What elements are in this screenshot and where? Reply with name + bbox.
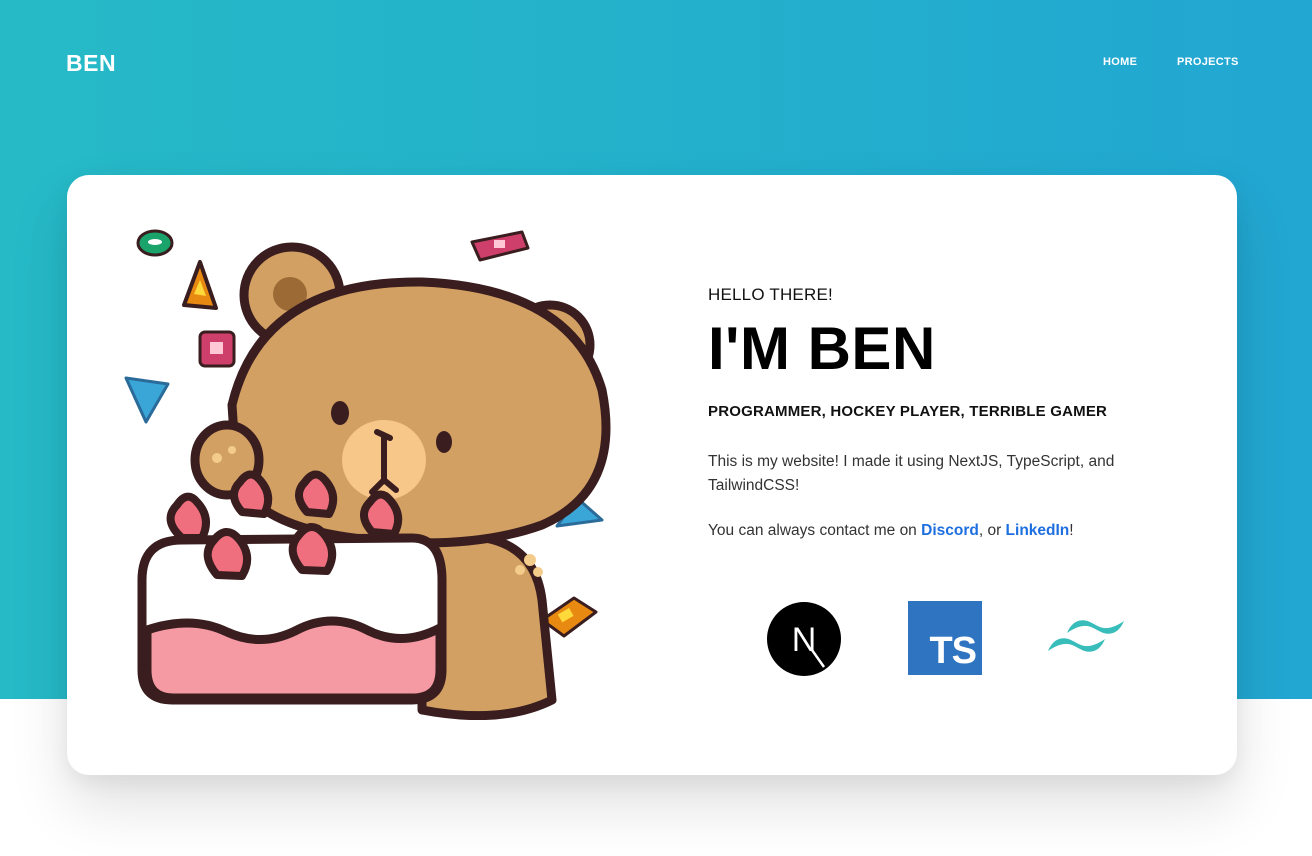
- nextjs-logo-icon: N: [767, 602, 841, 676]
- page-title: I'M BEN: [708, 315, 936, 382]
- bio-text: This is my website! I made it using Next…: [708, 453, 1115, 494]
- tailwindcss-logo-icon: [1048, 620, 1124, 652]
- contact-middle: , or: [978, 522, 1006, 539]
- tech-logos: N TS: [708, 601, 1178, 681]
- contact-text: You can always contact me on Discord, or…: [708, 522, 1178, 540]
- intro-content: HELLO THERE! I'M BEN PROGRAMMER, HOCKEY …: [708, 285, 1178, 676]
- site-brand-logo[interactable]: BEN: [66, 50, 116, 77]
- tagline: PROGRAMMER, HOCKEY PLAYER, TERRIBLE GAME…: [708, 403, 1108, 420]
- discord-link[interactable]: Discord: [921, 522, 979, 539]
- typescript-logo-icon: TS: [908, 601, 982, 675]
- contact-suffix: !: [1069, 522, 1074, 539]
- intro-card: HELLO THERE! I'M BEN PROGRAMMER, HOCKEY …: [67, 175, 1237, 775]
- typescript-logo-text: TS: [929, 630, 977, 672]
- contact-prefix: You can always contact me on: [708, 522, 922, 539]
- nav-projects-link[interactable]: PROJECTS: [1177, 56, 1239, 68]
- greeting-text: HELLO THERE!: [708, 285, 833, 304]
- nextjs-logo-text: N: [792, 621, 817, 659]
- linkedin-link[interactable]: LinkedIn: [1006, 522, 1070, 539]
- nav-home-link[interactable]: HOME: [1103, 56, 1137, 68]
- bear-with-cake-illustration: [124, 229, 611, 720]
